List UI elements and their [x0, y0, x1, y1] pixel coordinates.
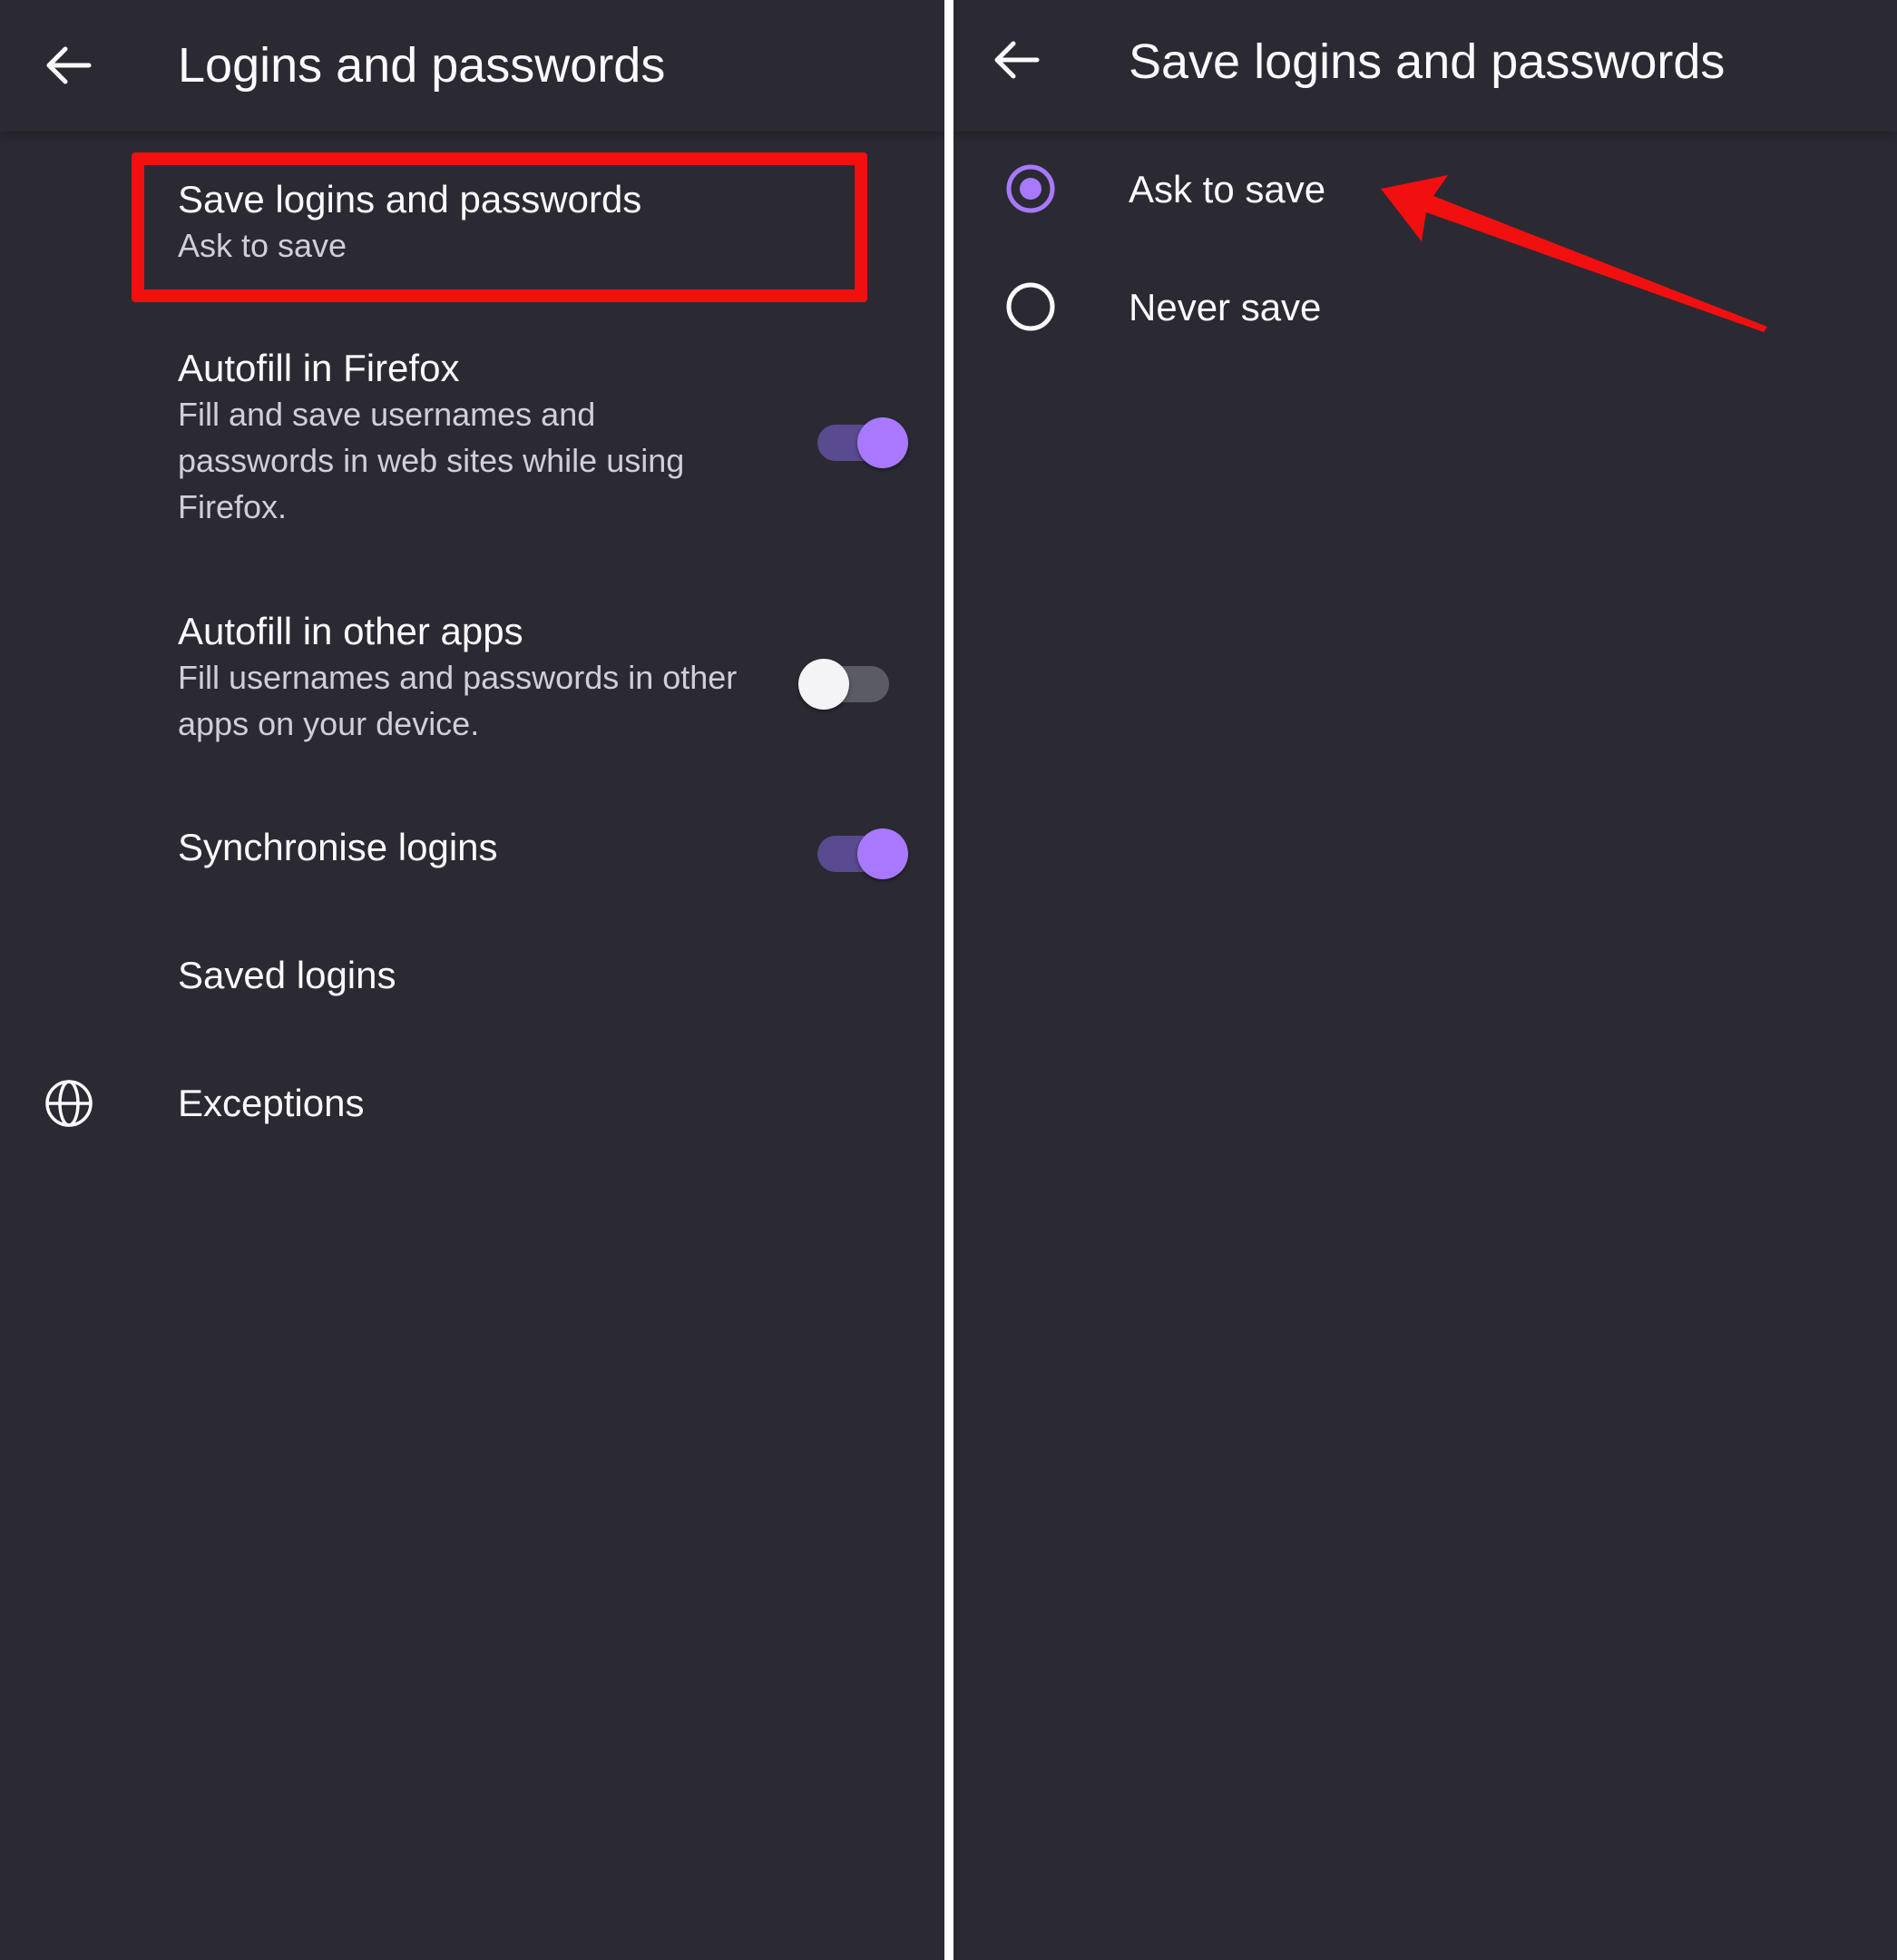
- exceptions-title: Exceptions: [178, 1082, 365, 1124]
- autofill-firefox-title: Autofill in Firefox: [178, 347, 460, 389]
- save-logins-and-passwords-screen: Save logins and passwords Ask to save Ne…: [953, 0, 1897, 1960]
- autofill-firefox-subtitle: Fill and save usernames and passwords in…: [178, 396, 685, 525]
- autofill-other-apps-title: Autofill in other apps: [178, 610, 523, 652]
- autofill-firefox-toggle[interactable]: [817, 408, 908, 468]
- page-title: Logins and passwords: [178, 38, 666, 93]
- toggle-thumb: [857, 828, 908, 879]
- arrow-left-icon[interactable]: [33, 33, 105, 105]
- saved-logins-item[interactable]: [0, 926, 944, 1025]
- autofill-other-apps-subtitle: Fill usernames and passwords in other ap…: [178, 659, 738, 742]
- globe-icon: [45, 1080, 93, 1127]
- arrow-left-icon[interactable]: [981, 27, 1053, 100]
- radio-selected-icon[interactable]: [1005, 163, 1056, 214]
- saved-logins-title: Saved logins: [178, 954, 396, 996]
- synchronise-logins-toggle[interactable]: [817, 819, 908, 879]
- toggle-thumb: [857, 417, 908, 468]
- toggle-thumb: [798, 659, 849, 710]
- save-logins-subtitle: Ask to save: [178, 227, 347, 264]
- screenshot-composite: Logins and passwords Save logins and pas…: [0, 0, 1897, 1960]
- radio-unselected-icon[interactable]: [1005, 281, 1056, 332]
- exceptions-item[interactable]: [0, 1053, 944, 1152]
- autofill-other-apps-toggle[interactable]: [798, 650, 891, 710]
- option-ask-to-save-label: Ask to save: [1129, 168, 1326, 211]
- synchronise-logins-title: Synchronise logins: [178, 826, 498, 868]
- option-ask-to-save[interactable]: [953, 145, 1897, 245]
- top-app-bar: Save logins and passwords: [953, 0, 1897, 132]
- option-never-save[interactable]: [953, 263, 1897, 363]
- save-logins-title: Save logins and passwords: [178, 178, 642, 220]
- option-never-save-label: Never save: [1129, 286, 1322, 328]
- top-app-bar: Logins and passwords: [0, 0, 944, 132]
- page-title: Save logins and passwords: [1129, 34, 1726, 89]
- logins-and-passwords-screen: Logins and passwords Save logins and pas…: [0, 0, 944, 1960]
